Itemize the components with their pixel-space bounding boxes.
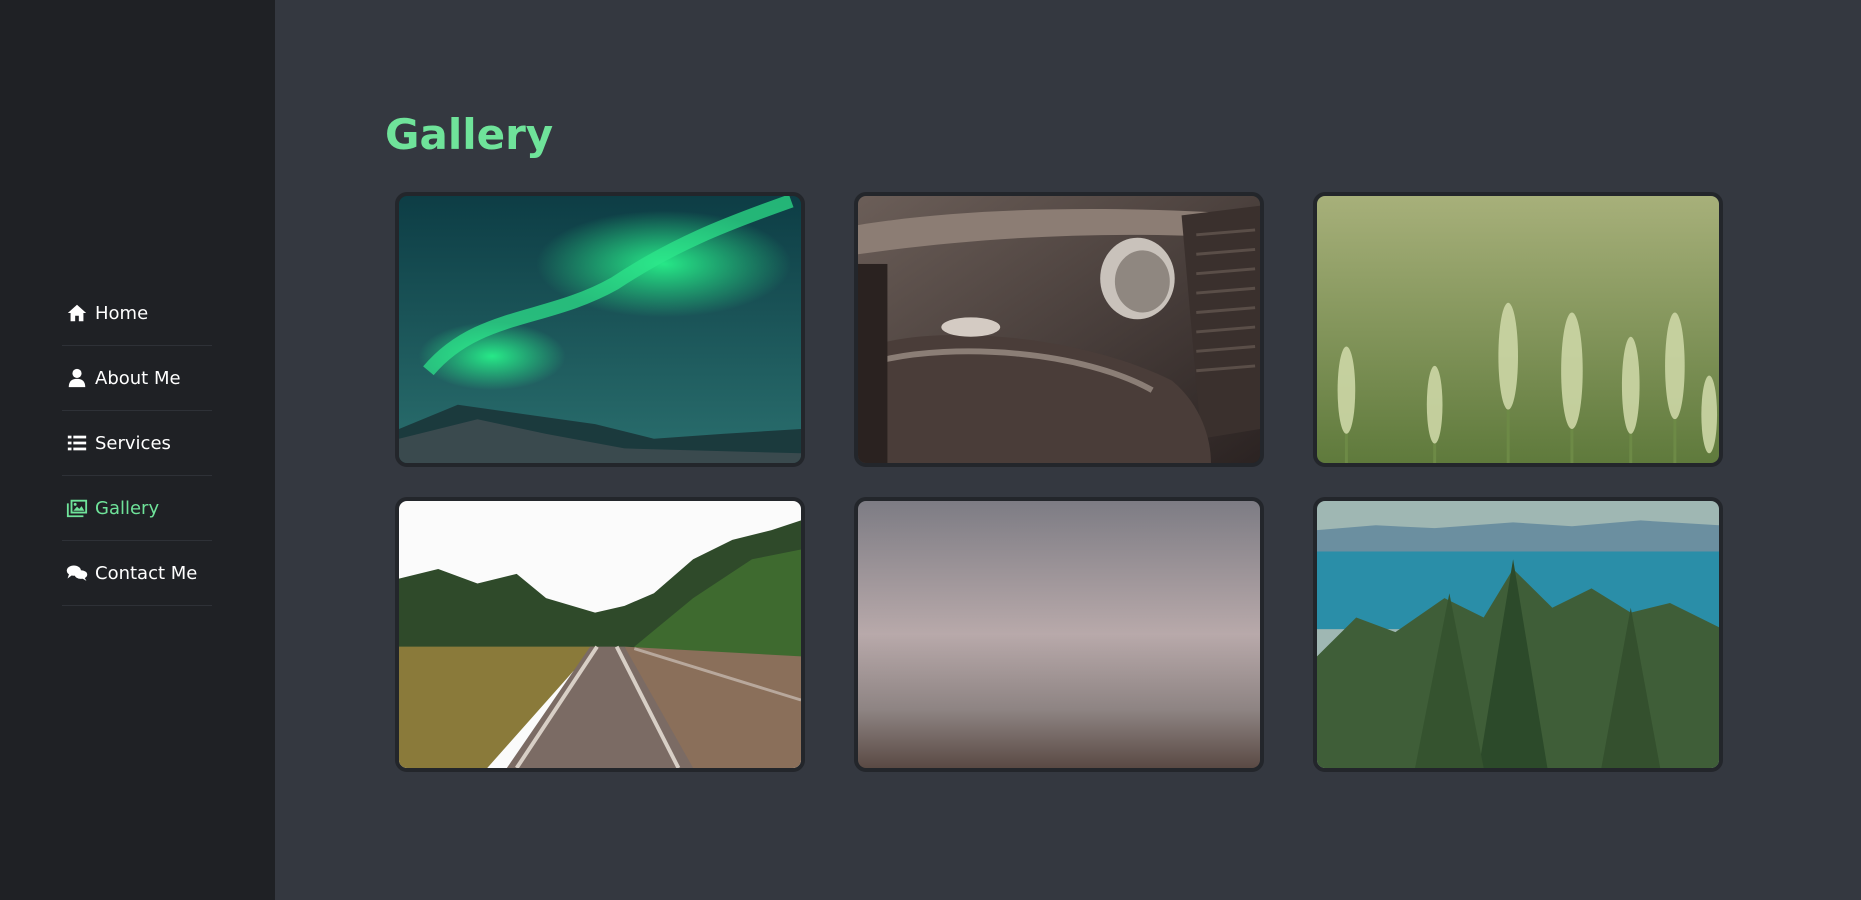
list-icon: [65, 431, 89, 455]
aurora-image: [399, 196, 801, 463]
sidebar-item-label: About Me: [95, 367, 181, 389]
user-icon: [65, 366, 89, 390]
misty-landscape-image: [858, 501, 1260, 768]
sidebar-item-services[interactable]: Services: [62, 411, 212, 476]
gallery-grid: [395, 192, 1725, 772]
comments-icon: [65, 561, 89, 585]
gallery-image-misty-landscape[interactable]: [854, 497, 1264, 772]
wheat-field-image: [1317, 196, 1719, 463]
images-icon: [65, 496, 89, 520]
home-icon: [65, 301, 89, 325]
vintage-car-image: [858, 196, 1260, 463]
railway-tracks-image: [399, 501, 801, 768]
sidebar-item-contact-me[interactable]: Contact Me: [62, 541, 212, 606]
gallery-image-vintage-car[interactable]: [854, 192, 1264, 467]
lake-and-pines-image: [1317, 501, 1719, 768]
sidebar-item-about-me[interactable]: About Me: [62, 346, 212, 411]
main-content: Gallery: [275, 0, 1861, 900]
sidebar-item-label: Services: [95, 432, 171, 454]
sidebar-nav: Home About Me Services Gallery Contact M…: [62, 281, 212, 606]
sidebar: Home About Me Services Gallery Contact M…: [0, 0, 275, 900]
sidebar-item-label: Gallery: [95, 497, 160, 519]
gallery-image-aurora[interactable]: [395, 192, 805, 467]
sidebar-item-label: Contact Me: [95, 562, 198, 584]
gallery-image-railway-tracks[interactable]: [395, 497, 805, 772]
sidebar-item-label: Home: [95, 302, 149, 324]
gallery-image-wheat-field[interactable]: [1313, 192, 1723, 467]
sidebar-item-gallery[interactable]: Gallery: [62, 476, 212, 541]
gallery-image-lake-and-pines[interactable]: [1313, 497, 1723, 772]
page-title: Gallery: [385, 110, 554, 159]
sidebar-item-home[interactable]: Home: [62, 281, 212, 346]
